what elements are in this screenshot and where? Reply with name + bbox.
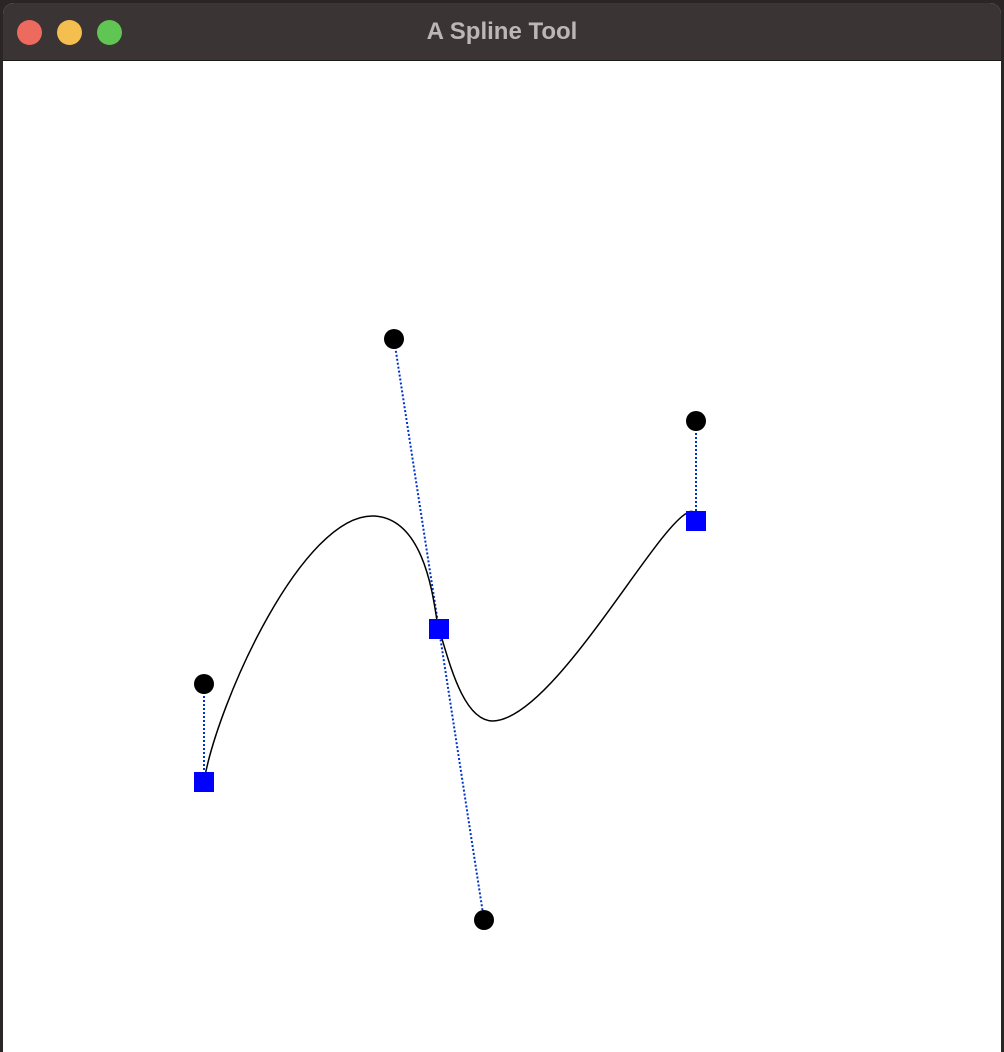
spline-curve bbox=[203, 510, 697, 782]
anchor-point[interactable] bbox=[429, 619, 449, 639]
spline-canvas[interactable] bbox=[3, 61, 1001, 1052]
control-handle[interactable] bbox=[474, 910, 494, 930]
title-bar[interactable]: A Spline Tool bbox=[3, 3, 1001, 61]
control-handle[interactable] bbox=[384, 329, 404, 349]
spline-drawing[interactable] bbox=[3, 61, 1001, 1052]
window-title: A Spline Tool bbox=[426, 18, 578, 45]
anchor-point[interactable] bbox=[194, 772, 214, 792]
control-handle[interactable] bbox=[194, 674, 214, 694]
anchor-point[interactable] bbox=[686, 511, 706, 531]
control-handle[interactable] bbox=[686, 411, 706, 431]
app-window: A Spline Tool bbox=[3, 3, 1001, 1052]
